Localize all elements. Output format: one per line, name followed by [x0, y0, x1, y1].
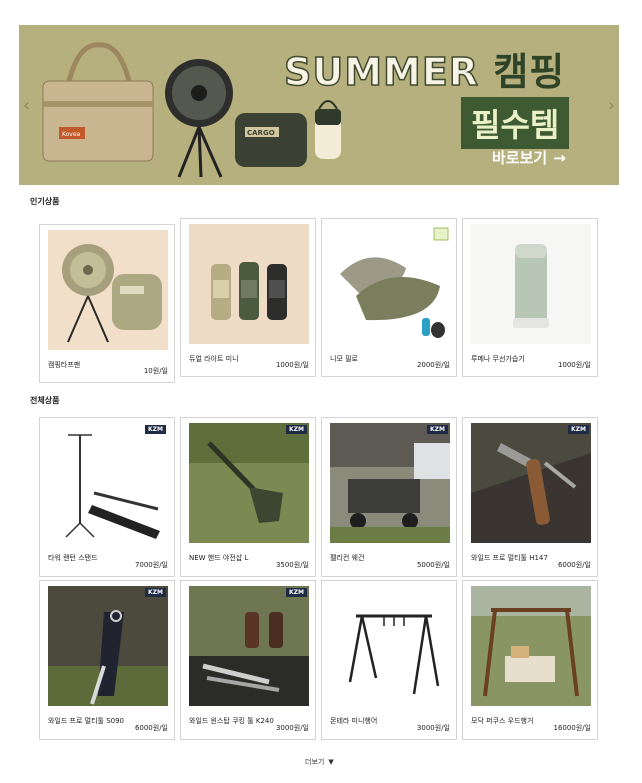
product-name: 와일드 프로 멀티툴 S090	[48, 717, 124, 725]
product-name: 듀얼 라이트 미니	[189, 355, 239, 363]
product-name: 캠핑타프팬	[48, 361, 81, 369]
product-price: 1000원/일	[557, 361, 591, 369]
promo-banner[interactable]: ‹ Kovea CARGO SUMMER 캠핑 필수템 바로보기 → ›	[19, 25, 619, 185]
product-image	[471, 586, 591, 706]
product-image: KZM	[189, 423, 309, 543]
section-title-all: 전체상품	[30, 396, 60, 405]
banner-next-icon[interactable]: ›	[608, 97, 615, 115]
product-price: 3000원/일	[275, 724, 309, 732]
product-price: 16000원/일	[553, 724, 591, 732]
product-image: KZM	[48, 586, 168, 706]
product-card[interactable]: KZM 와일드 윈스탑 쿠킹 툴 K240 3000원/일	[180, 580, 316, 740]
product-card[interactable]: 니모 필로 2000원/일	[321, 218, 457, 377]
product-card[interactable]: 캠핑타프팬 10원/일	[39, 224, 175, 383]
product-card[interactable]: KZM 타워 랜턴 스탠드 7000원/일	[39, 417, 175, 577]
product-card[interactable]: KZM 와일드 프로 멀티툴 S090 6000원/일	[39, 580, 175, 740]
product-card[interactable]: KZM 펠리컨 웨건 5000원/일	[321, 417, 457, 577]
kzm-badge: KZM	[145, 588, 166, 597]
product-image: KZM	[330, 423, 450, 543]
kzm-badge: KZM	[145, 425, 166, 434]
section-title-popular: 인기상품	[30, 197, 60, 206]
product-name: 타워 랜턴 스탠드	[48, 554, 98, 562]
product-image	[471, 224, 591, 344]
product-image	[330, 224, 450, 344]
banner-subtitle: 필수템	[461, 97, 570, 149]
product-name: 니모 필로	[330, 355, 358, 363]
bag-brand-label: Kovea	[62, 131, 81, 138]
kzm-badge: KZM	[286, 588, 307, 597]
kzm-badge: KZM	[427, 425, 448, 434]
product-card[interactable]: 루메나 무선가습기 1000원/일	[462, 218, 598, 377]
product-image	[189, 224, 309, 344]
banner-cta-label: 바로보기	[492, 149, 548, 167]
product-price: 6000원/일	[134, 724, 168, 732]
product-name: 루메나 무선가습기	[471, 355, 525, 363]
banner-title-en: SUMMER	[283, 49, 480, 95]
product-name: 몬테라 미니행어	[330, 717, 378, 725]
product-card[interactable]: 듀얼 라이트 미니 1000원/일	[180, 218, 316, 377]
arrow-right-icon: →	[553, 149, 566, 167]
product-image	[330, 586, 450, 706]
product-price: 3500원/일	[275, 561, 309, 569]
kzm-badge: KZM	[286, 425, 307, 434]
product-image: KZM	[189, 586, 309, 706]
product-name: 와일드 프로 멀티툴 H147	[471, 554, 548, 562]
case-brand-label: CARGO	[247, 129, 275, 137]
product-name: 펠리컨 웨건	[330, 554, 365, 562]
product-image	[48, 230, 168, 350]
banner-cta-button[interactable]: 바로보기 →	[492, 147, 566, 168]
product-price: 7000원/일	[134, 561, 168, 569]
product-price: 10원/일	[143, 367, 168, 375]
product-image: KZM	[48, 423, 168, 543]
banner-prev-icon[interactable]: ‹	[23, 97, 30, 115]
load-more-button[interactable]: 더보기 ▼	[305, 757, 334, 767]
product-price: 1000원/일	[275, 361, 309, 369]
product-card[interactable]: KZM NEW 핸드 야전삽 L 3500원/일	[180, 417, 316, 577]
product-price: 2000원/일	[416, 361, 450, 369]
product-name: 와일드 윈스탑 쿠킹 툴 K240	[189, 717, 274, 725]
product-card[interactable]: KZM 와일드 프로 멀티툴 H147 6000원/일	[462, 417, 598, 577]
product-card[interactable]: 몬테라 미니행어 3000원/일	[321, 580, 457, 740]
product-price: 5000원/일	[416, 561, 450, 569]
banner-title-ko: 캠핑	[493, 50, 566, 94]
banner-title: SUMMER 캠핑	[283, 41, 566, 96]
product-price: 3000원/일	[416, 724, 450, 732]
product-card[interactable]: 모닥 퍼쿠스 우드행거 16000원/일	[462, 580, 598, 740]
kzm-badge: KZM	[568, 425, 589, 434]
load-more-label: 더보기	[305, 758, 325, 766]
product-name: NEW 핸드 야전삽 L	[189, 554, 249, 562]
product-name: 모닥 퍼쿠스 우드행거	[471, 717, 534, 725]
product-image: KZM	[471, 423, 591, 543]
product-price: 6000원/일	[557, 561, 591, 569]
triangle-down-icon: ▼	[328, 758, 334, 766]
